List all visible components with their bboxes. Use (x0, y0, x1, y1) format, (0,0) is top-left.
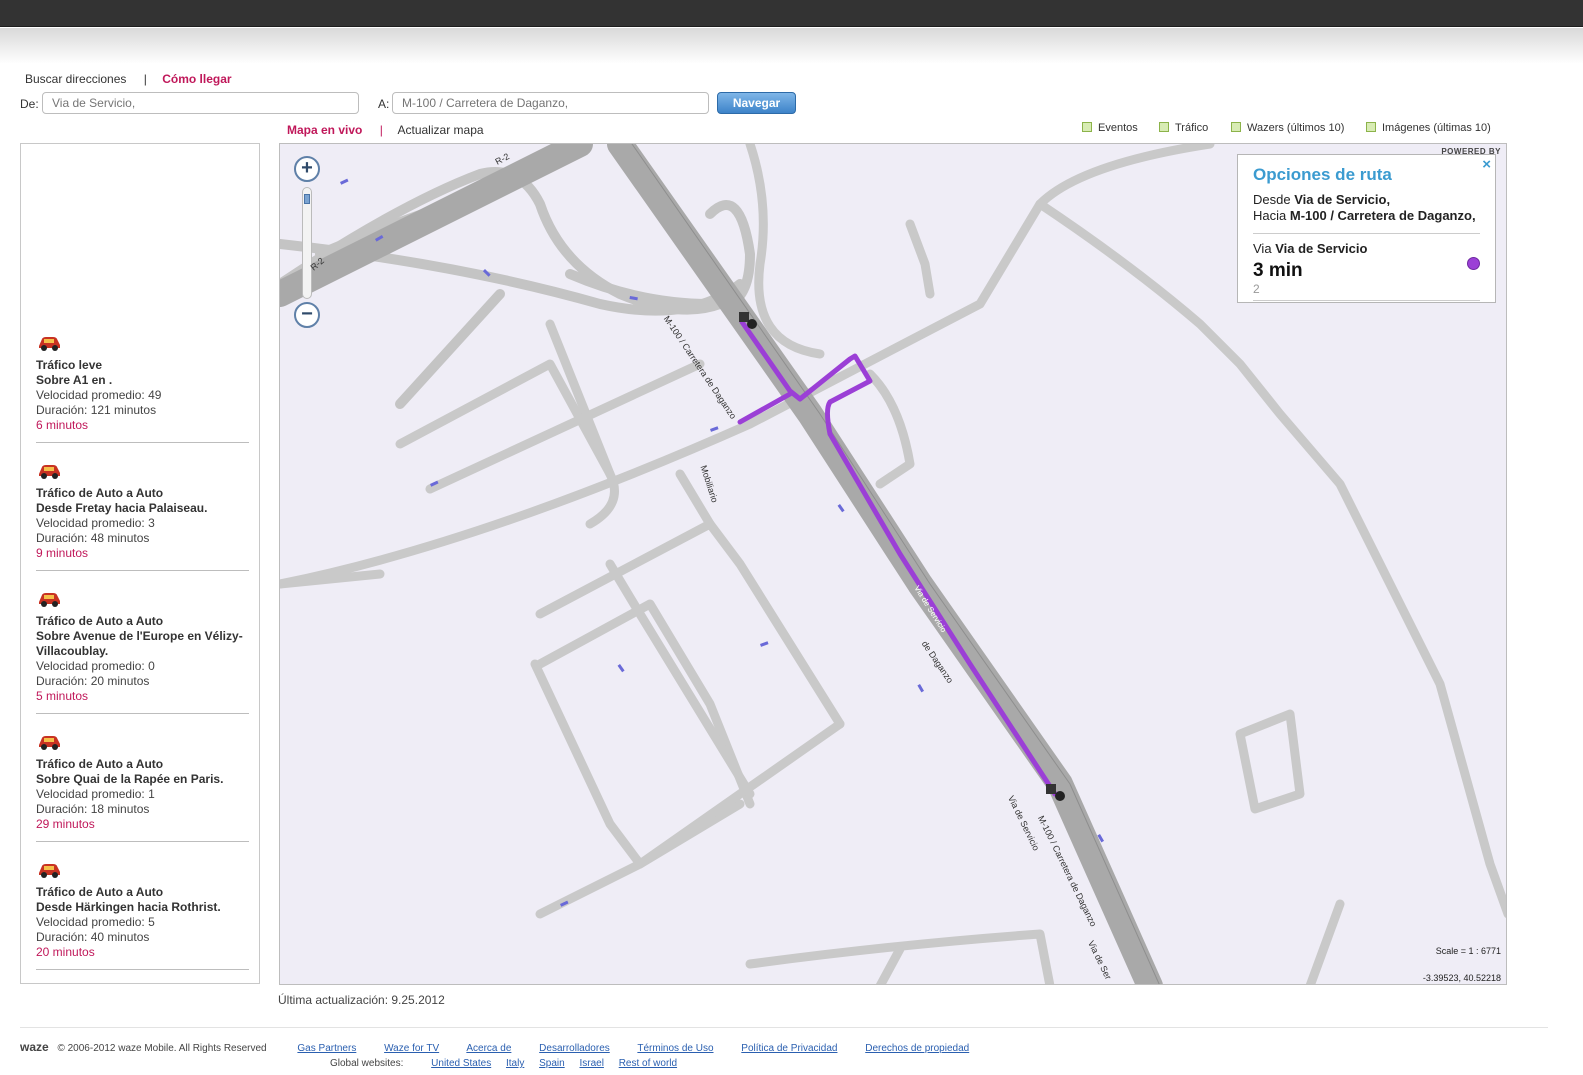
to-label: A: (378, 97, 390, 111)
last-updated: Última actualización: 9.25.2012 (278, 993, 445, 1007)
footer-link-developers[interactable]: Desarrolladores (539, 1043, 610, 1054)
alert-location: Sobre Quai de la Rapée en Paris. (36, 772, 224, 786)
layer-toggle-wazers[interactable]: Wazers (últimos 10) (1231, 122, 1344, 134)
site-link-italy[interactable]: Italy (506, 1058, 524, 1069)
route-subtext: 2 (1253, 282, 1480, 301)
global-websites: Global websites: United States Italy Spa… (330, 1058, 689, 1069)
alert-item[interactable]: Tráfico de Auto a Auto Desde Härkingen h… (36, 861, 249, 970)
alert-title: Tráfico de Auto a Auto (36, 614, 164, 628)
alert-item[interactable]: Tráfico leve Sobre A1 en . Velocidad pro… (36, 334, 249, 443)
alert-duration: Duración: 40 minutos (36, 930, 150, 944)
alert-item[interactable]: Tráfico de Auto a Auto Desde Fretay haci… (36, 462, 249, 571)
alert-time-ago: 6 minutos (36, 418, 89, 432)
layer-toggle-events[interactable]: Eventos (1082, 122, 1138, 134)
route-time[interactable]: 3 min (1253, 260, 1480, 282)
checkbox-icon[interactable] (1366, 122, 1376, 132)
alert-time-ago: 29 minutos (36, 817, 95, 831)
layer-toggle-traffic[interactable]: Tráfico (1159, 122, 1208, 134)
alert-location: Sobre A1 en . (36, 373, 113, 387)
traffic-car-icon (39, 736, 60, 750)
route-via: Via Via de Servicio (1253, 241, 1368, 256)
checkbox-icon[interactable] (1159, 122, 1169, 132)
map-links: Mapa en vivo | Actualizar mapa (287, 123, 484, 137)
refresh-map-link[interactable]: Actualizar mapa (398, 123, 484, 137)
traffic-car-icon (39, 864, 60, 878)
alert-location: Sobre Avenue de l'Europe en Vélizy-Villa… (36, 629, 243, 658)
highways (280, 144, 1163, 984)
tab-search-addresses[interactable]: Buscar direcciones (25, 72, 126, 86)
route-color-icon[interactable] (1467, 257, 1480, 270)
site-link-spain[interactable]: Spain (539, 1058, 565, 1069)
zoom-in-button[interactable]: + (294, 156, 320, 182)
live-map-link[interactable]: Mapa en vivo (287, 123, 362, 137)
footer: waze © 2006-2012 waze Mobile. All Rights… (20, 1040, 994, 1054)
footer-link-privacy[interactable]: Política de Privacidad (741, 1043, 837, 1054)
tab-separator: | (143, 72, 147, 86)
flag-icon (739, 312, 749, 322)
traffic-car-icon (39, 465, 60, 479)
checkbox-icon[interactable] (1231, 122, 1241, 132)
marker-2-icon (747, 319, 757, 329)
site-link-us[interactable]: United States (431, 1058, 491, 1069)
alert-title: Tráfico de Auto a Auto (36, 757, 164, 771)
site-link-rest[interactable]: Rest of world (619, 1058, 677, 1069)
alert-duration: Duración: 48 minutos (36, 531, 150, 545)
footer-link-terms[interactable]: Términos de Uso (637, 1043, 713, 1054)
footer-link-about[interactable]: Acerca de (466, 1043, 511, 1054)
from-input[interactable] (42, 92, 359, 114)
alert-duration: Duración: 121 minutos (36, 403, 157, 417)
footer-link-waze-tv[interactable]: Waze for TV (384, 1043, 439, 1054)
alert-time-ago: 5 minutos (36, 689, 89, 703)
from-label: De: (20, 97, 39, 111)
close-icon[interactable]: × (1482, 156, 1491, 173)
alert-location: Desde Härkingen hacia Rothrist. (36, 900, 221, 914)
checkbox-icon[interactable] (1082, 122, 1092, 132)
global-websites-label: Global websites: (330, 1058, 404, 1069)
alert-item[interactable]: Tráfico de Auto a Auto Sobre Avenue de l… (36, 590, 249, 714)
route-panel-title: Opciones de ruta (1253, 165, 1392, 184)
route-options-panel: × Opciones de ruta Desde Via de Servicio… (1237, 154, 1496, 303)
zoom-out-button[interactable]: − (294, 302, 320, 328)
alert-speed: Velocidad promedio: 49 (36, 388, 162, 402)
alert-speed: Velocidad promedio: 1 (36, 787, 155, 801)
map-links-separator: | (379, 123, 383, 137)
layer-toggle-images[interactable]: Imágenes (últimas 10) (1366, 122, 1491, 134)
alert-title: Tráfico leve (36, 358, 103, 372)
footer-link-copyright[interactable]: Derechos de propiedad (865, 1043, 969, 1054)
map-coordinates: -3.39523, 40.52218 (1422, 973, 1501, 983)
alert-duration: Duración: 20 minutos (36, 674, 150, 688)
footer-divider (20, 1027, 1548, 1028)
alert-time-ago: 20 minutos (36, 945, 95, 959)
navigate-button[interactable]: Navegar (717, 92, 796, 114)
header-fade (0, 28, 1583, 64)
alert-title: Tráfico de Auto a Auto (36, 885, 164, 899)
route-to: Hacia M-100 / Carretera de Daganzo, (1253, 208, 1476, 223)
marker-1-icon (1055, 791, 1065, 801)
top-bar (0, 0, 1583, 27)
traffic-car-icon (39, 593, 60, 607)
traffic-car-icon (39, 337, 60, 351)
alert-speed: Velocidad promedio: 5 (36, 915, 155, 929)
copyright: © 2006-2012 waze Mobile. All Rights Rese… (57, 1043, 267, 1054)
alerts-sidebar: Tráfico leve Sobre A1 en . Velocidad pro… (20, 143, 260, 984)
route-from: Desde Via de Servicio, (1253, 192, 1391, 207)
map-scale: Scale = 1 : 6771 (1435, 946, 1501, 956)
to-input[interactable] (392, 92, 709, 114)
footer-link-gas-partners[interactable]: Gas Partners (297, 1043, 356, 1054)
zoom-slider-handle[interactable] (304, 194, 310, 204)
flag-icon (1046, 784, 1056, 794)
search-tabs: Buscar direcciones | Cómo llegar (25, 72, 232, 86)
map-canvas[interactable]: + − R-2 R-2 M-100 / Carretera de Daganzo… (279, 143, 1507, 985)
alert-speed: Velocidad promedio: 0 (36, 659, 155, 673)
divider (1253, 233, 1480, 234)
tab-directions[interactable]: Cómo llegar (162, 72, 231, 86)
alert-duration: Duración: 18 minutos (36, 802, 150, 816)
alert-location: Desde Fretay hacia Palaiseau. (36, 501, 208, 515)
alert-item[interactable]: Tráfico de Auto a Auto Sobre Quai de la … (36, 733, 249, 842)
alert-time-ago: 9 minutos (36, 546, 89, 560)
alert-speed: Velocidad promedio: 3 (36, 516, 155, 530)
alert-title: Tráfico de Auto a Auto (36, 486, 164, 500)
waze-logo[interactable]: waze (20, 1040, 49, 1054)
site-link-israel[interactable]: Israel (579, 1058, 603, 1069)
